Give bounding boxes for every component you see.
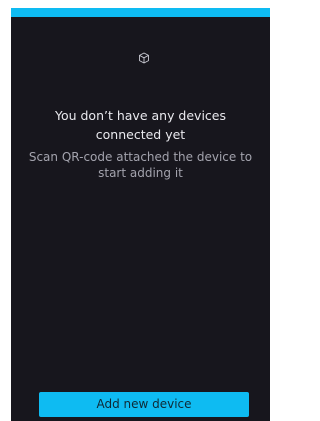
top-accent-bar bbox=[11, 8, 270, 17]
cube-icon bbox=[138, 52, 150, 64]
add-new-device-button[interactable]: Add new device bbox=[39, 392, 249, 417]
devices-screen: You don’t have any devices connected yet… bbox=[11, 8, 270, 421]
empty-state-subtitle: Scan QR-code attached the device to star… bbox=[28, 150, 253, 180]
empty-state-title: You don’t have any devices connected yet bbox=[54, 108, 227, 142]
